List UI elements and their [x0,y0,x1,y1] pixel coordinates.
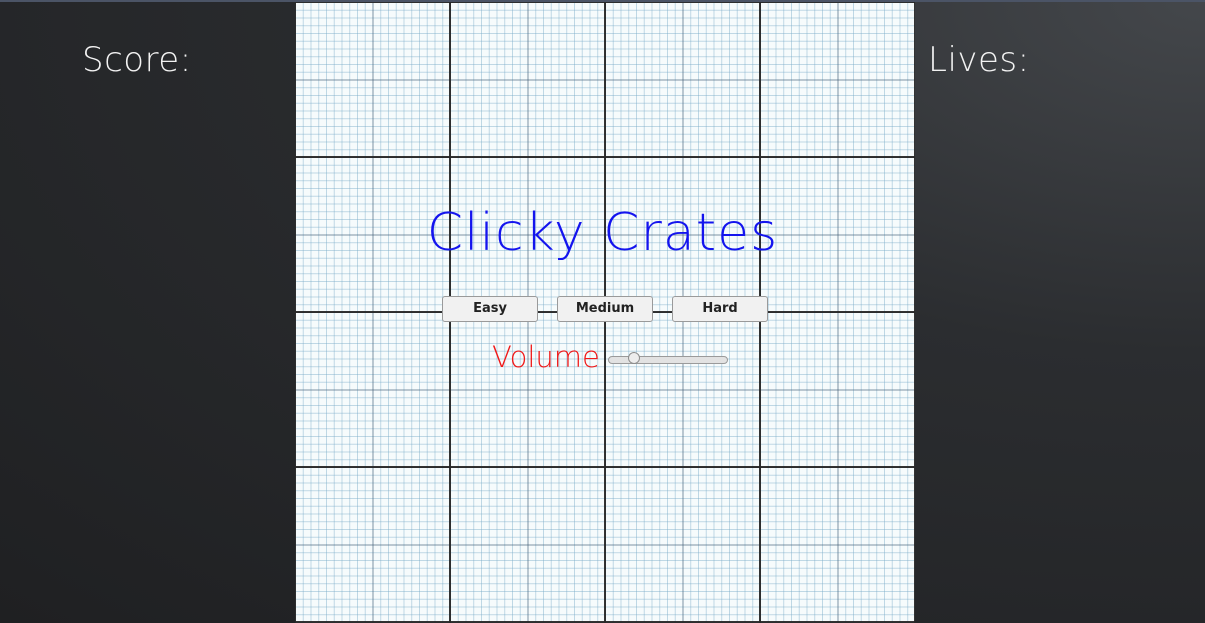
score-label: Score: [82,40,192,80]
easy-button[interactable]: Easy [442,296,538,322]
volume-label: Volume [492,340,600,374]
lives-label: Lives: [928,40,1030,80]
game-title: Clicky Crates [426,203,779,263]
hard-button[interactable]: Hard [672,296,768,322]
medium-button[interactable]: Medium [557,296,653,322]
volume-slider-track[interactable] [608,356,728,364]
game-screen: Score: Lives: Clicky Crates Easy Medium … [0,0,1205,623]
